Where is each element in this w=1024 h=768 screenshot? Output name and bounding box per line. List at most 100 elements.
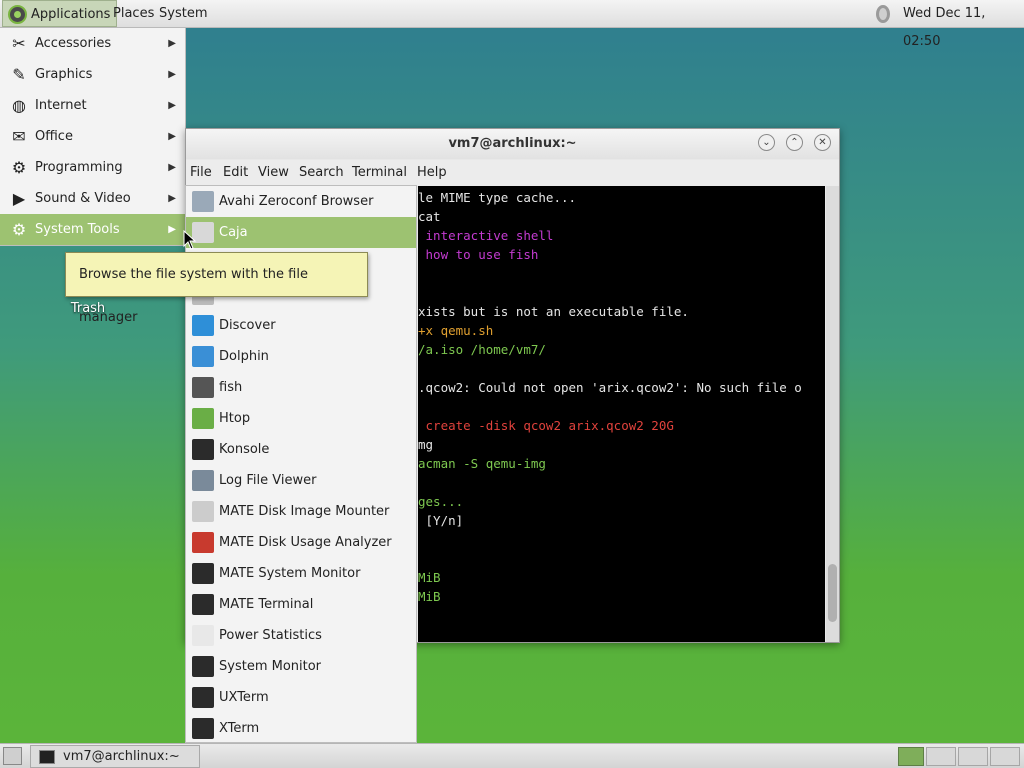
terminal-line: MiB	[418, 570, 441, 585]
main-menu-item-label: System Tools	[35, 222, 120, 237]
main-menu-item[interactable]: ✎ Graphics ▶	[0, 59, 186, 90]
submenu-arrow-icon: ▶	[168, 38, 176, 49]
main-menu-item[interactable]: ⚙ Programming ▶	[0, 152, 186, 183]
submenu-item-label: Log File Viewer	[219, 473, 317, 488]
accessories-icon: ✂	[12, 34, 26, 53]
submenu-item-label: fish	[219, 380, 243, 395]
terminal-menu-item[interactable]: Edit	[223, 160, 248, 186]
terminal-menu-item[interactable]: Search	[299, 160, 344, 186]
top-panel: Applications Places System Wed Dec 11, 0…	[0, 0, 1024, 49]
clock[interactable]: Wed Dec 11, 02:50	[903, 0, 1024, 49]
workspace-4[interactable]	[990, 747, 1020, 766]
main-menu-item[interactable]: ✉ Office ▶	[0, 121, 186, 152]
workspace-3[interactable]	[958, 747, 988, 766]
terminal-menu-item[interactable]: File	[190, 160, 212, 186]
terminal-screen[interactable]: le MIME type cache... cat interactive she…	[418, 186, 825, 642]
submenu-item[interactable]: Log File Viewer	[186, 465, 416, 496]
workspace-2[interactable]	[926, 747, 956, 766]
submenu-item[interactable]: MATE Disk Image Mounter	[186, 496, 416, 527]
submenu-item[interactable]: Caja	[186, 217, 416, 248]
submenu-item-label: System Monitor	[219, 659, 322, 674]
main-menu-item[interactable]: ◍ Internet ▶	[0, 90, 186, 121]
workspace-1[interactable]	[898, 747, 924, 766]
mate-logo-icon	[8, 5, 27, 24]
fish-icon	[192, 377, 214, 398]
terminal-titlebar[interactable]: vm7@archlinux:~ ⌄ ⌃ ✕	[186, 129, 839, 159]
system-menu-button[interactable]: System	[159, 0, 207, 28]
terminal-menu-item[interactable]: Help	[417, 160, 447, 186]
terminal-icon	[39, 750, 55, 764]
system-monitor-icon	[192, 656, 214, 677]
terminal-line: interactive shell	[418, 228, 554, 243]
main-menu-item[interactable]: ⚙ System Tools ▶	[0, 214, 186, 245]
submenu-item-label: Avahi Zeroconf Browser	[219, 194, 374, 209]
terminal-line: cat	[418, 209, 441, 224]
system-tools-icon: ⚙	[11, 220, 27, 239]
disk-mounter-icon	[192, 501, 214, 522]
submenu-item-label: Konsole	[219, 442, 270, 457]
programming-icon: ⚙	[11, 158, 27, 177]
submenu-arrow-icon: ▶	[168, 69, 176, 80]
minimize-icon[interactable]: ⌄	[758, 134, 775, 151]
submenu-item[interactable]: UXTerm	[186, 682, 416, 713]
terminal-line: MiB	[418, 589, 441, 604]
submenu-arrow-icon: ▶	[168, 131, 176, 142]
show-desktop-icon[interactable]	[3, 747, 22, 765]
submenu-item[interactable]: Discover	[186, 310, 416, 341]
submenu-item[interactable]: MATE Terminal	[186, 589, 416, 620]
log-viewer-icon	[192, 470, 214, 491]
submenu-arrow-icon: ▶	[168, 100, 176, 111]
discover-icon	[192, 315, 214, 336]
submenu-item[interactable]: Power Statistics	[186, 620, 416, 651]
terminal-menu-item[interactable]: View	[258, 160, 289, 186]
submenu-item[interactable]: MATE Disk Usage Analyzer	[186, 527, 416, 558]
submenu-item[interactable]: Dolphin	[186, 341, 416, 372]
terminal-icon	[192, 594, 214, 615]
main-menu-item[interactable]: ✂ Accessories ▶	[0, 28, 186, 59]
submenu-arrow-icon: ▶	[168, 162, 176, 173]
avahi-icon	[192, 191, 214, 212]
terminal-line: .qcow2: Could not open 'arix.qcow2': No …	[418, 380, 802, 395]
bottom-panel: vm7@archlinux:~	[0, 743, 1024, 768]
terminal-line: create -disk qcow2 arix.qcow2 20G	[418, 418, 674, 433]
submenu-item[interactable]: fish	[186, 372, 416, 403]
terminal-title: vm7@archlinux:~	[448, 136, 577, 151]
submenu-item[interactable]: System Monitor	[186, 651, 416, 682]
submenu-item[interactable]: Konsole	[186, 434, 416, 465]
submenu-item-label: Power Statistics	[219, 628, 322, 643]
submenu-item[interactable]: Avahi Zeroconf Browser	[186, 186, 416, 217]
taskbar-terminal-button[interactable]: vm7@archlinux:~	[30, 745, 200, 768]
close-icon[interactable]: ✕	[814, 134, 831, 151]
submenu-item[interactable]: MATE System Monitor	[186, 558, 416, 589]
submenu-item[interactable]: XTerm	[186, 713, 416, 744]
main-menu-item[interactable]: ▶ Sound & Video ▶	[0, 183, 186, 214]
terminal-line: xists but is not an executable file.	[418, 304, 689, 319]
submenu-item-label: Dolphin	[219, 349, 269, 364]
maximize-icon[interactable]: ⌃	[786, 134, 803, 151]
system-monitor-icon	[192, 563, 214, 584]
main-menu-item-label: Programming	[35, 160, 123, 175]
konsole-icon	[192, 439, 214, 460]
dolphin-icon	[192, 346, 214, 367]
submenu-arrow-icon: ▶	[168, 224, 176, 235]
main-menu-item-label: Accessories	[35, 36, 112, 51]
main-menu-item-label: Office	[35, 129, 73, 144]
places-menu-button[interactable]: Places	[113, 0, 154, 28]
terminal-line: [Y/n]	[418, 513, 464, 528]
terminal-line: le MIME type cache...	[418, 190, 577, 205]
terminal-menu-item[interactable]: Terminal	[352, 160, 407, 186]
scrollbar-thumb[interactable]	[828, 564, 837, 622]
internet-icon: ◍	[12, 96, 26, 115]
speaker-icon[interactable]	[874, 4, 892, 24]
applications-menu-button[interactable]: Applications	[2, 0, 118, 27]
terminal-scrollbar[interactable]	[826, 186, 839, 642]
submenu-item-label: UXTerm	[219, 690, 269, 705]
submenu-item[interactable]: Htop	[186, 403, 416, 434]
graphics-icon: ✎	[12, 65, 26, 84]
taskbar-terminal-label: vm7@archlinux:~	[63, 749, 180, 764]
xterm-icon	[192, 718, 214, 739]
submenu-item-label: MATE Terminal	[219, 597, 314, 612]
terminal-line: how to use fish	[418, 247, 539, 262]
htop-icon	[192, 408, 214, 429]
applications-menu: ✂ Accessories ▶ ✎ Graphics ▶ ◍ Internet ▶ ✉ Office…	[0, 28, 186, 246]
